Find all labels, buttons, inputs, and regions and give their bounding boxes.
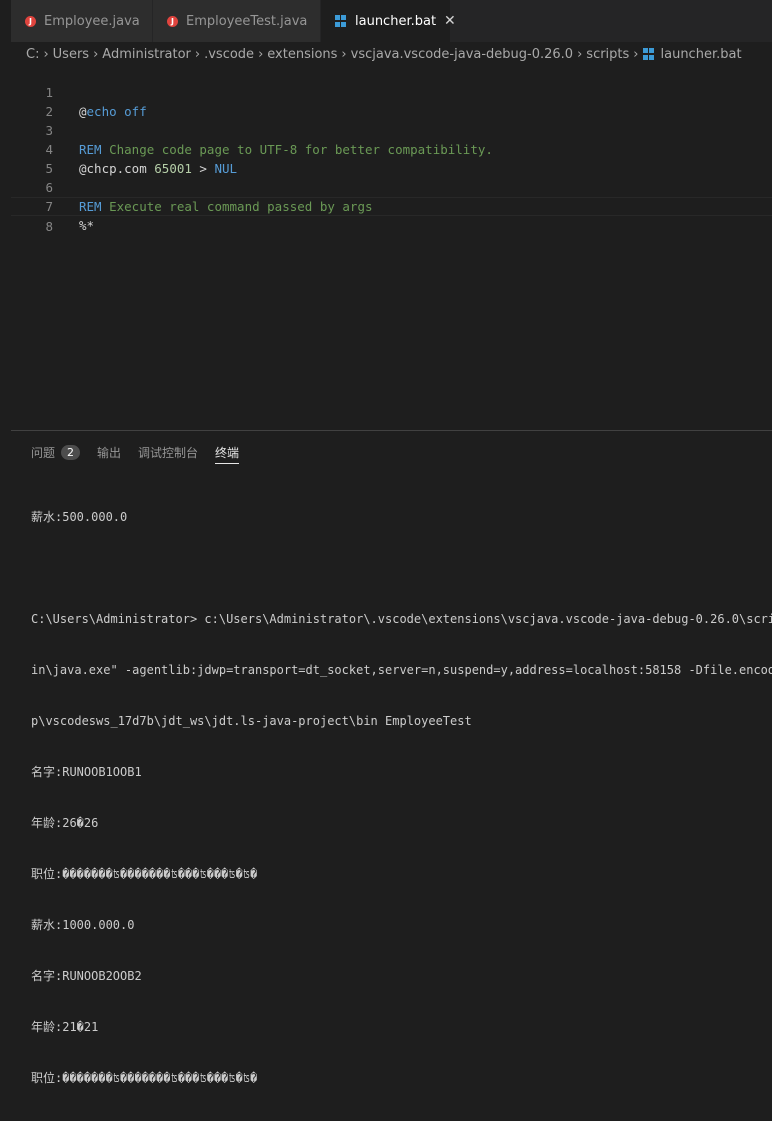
activity-bar-edge: [0, 0, 11, 681]
tab-launcher-bat[interactable]: launcher.bat ✕: [321, 0, 456, 42]
breadcrumb-item[interactable]: vscjava.vscode-java-debug-0.26.0: [351, 47, 573, 62]
editor-tab-bar: J Employee.java J EmployeeTest.java laun…: [11, 0, 772, 42]
chevron-right-icon: ›: [577, 46, 583, 62]
chevron-right-icon: ›: [93, 46, 99, 62]
chevron-right-icon: ›: [194, 46, 201, 62]
breadcrumb: C: › Users › Administrator › .vscode › exten…: [26, 44, 742, 64]
tab-label: 问题: [31, 446, 56, 460]
tab-employeetest-java[interactable]: J EmployeeTest.java: [153, 0, 321, 42]
code-line: 3 REM Change code page to UTF-8 for bett…: [11, 102, 772, 157]
terminal-line: in\java.exe" -agentlib:jdwp=transport=dt…: [31, 663, 772, 677]
terminal-line: 薪水:1000.000.0: [31, 918, 135, 932]
breadcrumb-item[interactable]: scripts: [586, 47, 629, 62]
terminal-line: C:\Users\Administrator> c:\Users\Adminis…: [31, 612, 772, 626]
windows-icon: [335, 15, 347, 27]
terminal-line: 薪水:500.000.0: [31, 510, 128, 524]
code-line: 2: [11, 83, 772, 119]
tab-problems[interactable]: 问题 2: [31, 442, 81, 464]
tab-label: launcher.bat: [355, 13, 437, 29]
line-number: 8: [45, 219, 53, 234]
terminal-line: 职位:�������ʦ�������ʦ���ʦ���ʦ�ʦ�: [31, 867, 258, 881]
close-icon[interactable]: ✕: [444, 13, 456, 29]
tab-debug-console[interactable]: 调试控制台: [138, 442, 198, 464]
chevron-right-icon: ›: [258, 46, 264, 62]
code-line: 1 @echo off: [11, 64, 772, 119]
tab-label: 终端: [215, 445, 240, 460]
chevron-right-icon: ›: [633, 46, 639, 62]
breadcrumb-item[interactable]: extensions: [267, 47, 337, 62]
bottom-panel: 问题 2 输出 调试控制台 终端 薪水:500.000.0 C:\Users\A…: [11, 430, 772, 1085]
code-line: 6 REM Execute real command passed by arg…: [11, 159, 772, 214]
problems-count-badge: 2: [61, 445, 81, 460]
tab-label: 输出: [97, 446, 122, 460]
terminal-line: 名字:RUNOOB1OOB1: [31, 765, 142, 779]
terminal-line: 职位:�������ʦ�������ʦ���ʦ���ʦ�ʦ�: [31, 1071, 258, 1085]
terminal-line: 年龄:26�26: [31, 816, 99, 830]
tab-label: 调试控制台: [138, 446, 199, 460]
breadcrumb-item[interactable]: launcher.bat: [661, 47, 742, 62]
terminal-line: p\vscodesws_17d7b\jdt_ws\jdt.ls-java-pro…: [31, 714, 472, 728]
tab-output[interactable]: 输出: [97, 442, 121, 464]
breadcrumb-item[interactable]: Users: [53, 47, 89, 62]
tab-label: EmployeeTest.java: [186, 13, 308, 29]
chevron-right-icon: ›: [341, 46, 347, 62]
code-line: 7 %*: [11, 178, 772, 233]
tab-employee-java[interactable]: J Employee.java: [11, 0, 153, 42]
code-token: %*: [79, 218, 95, 233]
terminal-line: 名字:RUNOOB2OOB2: [31, 969, 142, 983]
windows-icon: [642, 48, 655, 60]
code-editor[interactable]: 1 @echo off 2 3 REM Change code page to …: [11, 64, 772, 430]
panel-tabs: 问题 2 输出 调试控制台 终端: [31, 441, 256, 464]
code-line: 4 @chcp.com 65001 > NUL: [11, 121, 772, 176]
code-line: 5: [11, 140, 772, 176]
breadcrumb-item[interactable]: .vscode: [204, 47, 254, 62]
chevron-right-icon: ›: [43, 46, 49, 62]
java-icon: J: [25, 15, 36, 27]
java-icon: J: [167, 15, 178, 27]
terminal-line: 年龄:21�21: [31, 1020, 99, 1034]
tab-terminal[interactable]: 终端: [215, 441, 240, 464]
code-line-current: 8: [11, 197, 772, 234]
tab-label: Employee.java: [44, 13, 140, 29]
terminal-output[interactable]: 薪水:500.000.0 C:\Users\Administrator> c:\…: [31, 475, 772, 1121]
breadcrumb-item[interactable]: C:: [26, 47, 39, 62]
breadcrumb-item[interactable]: Administrator: [102, 47, 191, 62]
